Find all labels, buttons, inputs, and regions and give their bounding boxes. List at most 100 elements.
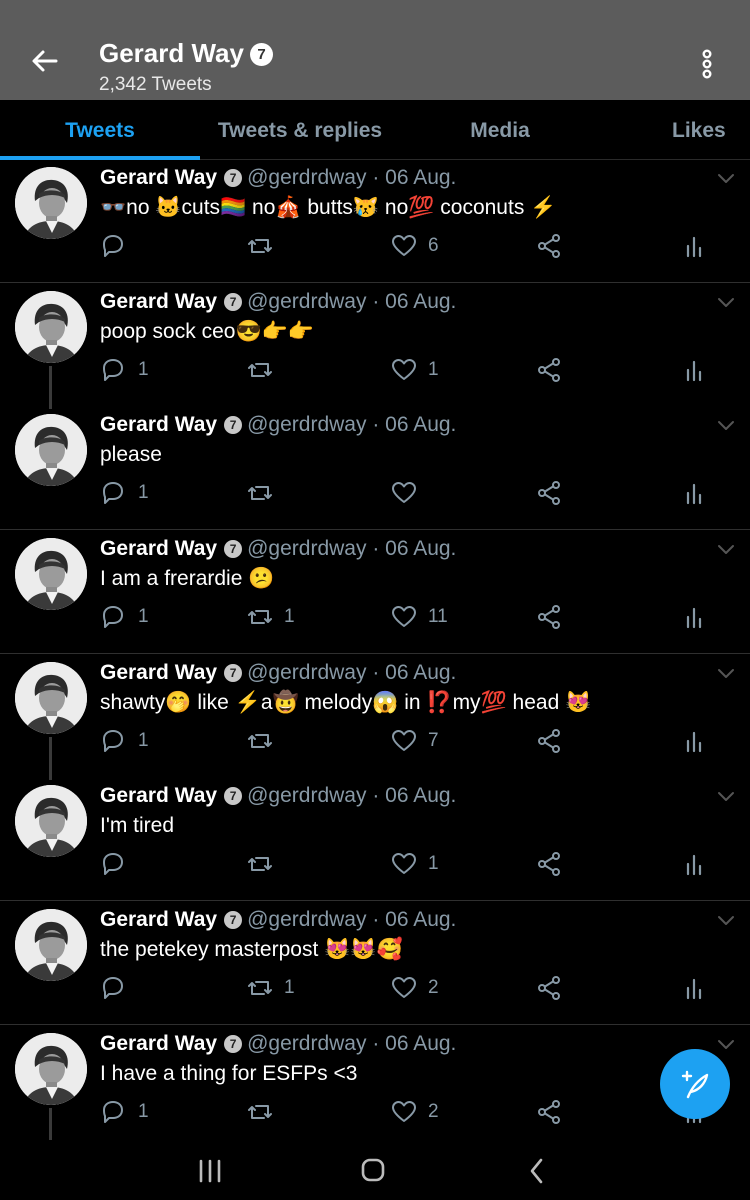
like-button[interactable]: 6 (390, 231, 439, 261)
tweet-menu-button[interactable] (716, 296, 736, 310)
tweet-text-segment: 😿 (352, 196, 380, 219)
tab-media[interactable]: Media (400, 100, 600, 160)
author-name[interactable]: Gerard Way (100, 290, 217, 313)
reply-icon (103, 1101, 123, 1123)
like-button[interactable]: 11 (390, 602, 448, 632)
tab-tweets[interactable]: Tweets (0, 100, 200, 160)
author-name[interactable]: Gerard Way (100, 537, 217, 560)
back-button[interactable] (28, 44, 62, 78)
tweet-text-segment: 😱 (372, 691, 399, 714)
verified-badge-icon: 7 (224, 416, 243, 434)
compose-tweet-button[interactable] (660, 1049, 730, 1119)
author-name[interactable]: Gerard Way (100, 661, 217, 684)
tweet-menu-button[interactable] (716, 667, 736, 681)
tweet-menu-button[interactable] (716, 1038, 736, 1052)
like-button[interactable]: 1 (390, 849, 439, 879)
avatar-photo (15, 662, 87, 734)
retweet-button[interactable] (246, 1097, 284, 1127)
retweet-button[interactable] (246, 231, 284, 261)
share-button[interactable] (536, 231, 564, 261)
reply-button[interactable]: 1 (100, 478, 149, 508)
avatar[interactable] (15, 662, 87, 734)
reply-button[interactable] (100, 849, 138, 879)
like-button[interactable]: 2 (390, 1097, 439, 1127)
tweet-menu-button[interactable] (716, 419, 736, 433)
recent-apps-button[interactable] (195, 1158, 225, 1184)
tweet[interactable]: Gerard Way 7 @gerdrdway · 06 Aug. shawty🤭 l… (0, 655, 750, 777)
reply-button[interactable]: 1 (100, 1097, 149, 1127)
tweet[interactable]: Gerard Way 7 @gerdrdway · 06 Aug. poop sock… (0, 284, 750, 406)
tweet-text: I'm tired (100, 814, 174, 838)
reply-button[interactable]: 1 (100, 602, 149, 632)
author-name[interactable]: Gerard Way (100, 413, 217, 436)
tweet-feed[interactable]: Gerard Way 7 @gerdrdway · 06 Aug. 👓no 🐱cuts… (0, 160, 750, 1140)
like-button[interactable]: 7 (390, 726, 439, 756)
tweet[interactable]: Gerard Way 7 @gerdrdway · 06 Aug. please 1 (0, 407, 750, 530)
author-name[interactable]: Gerard Way (100, 1032, 217, 1055)
more-options-button[interactable] (694, 48, 720, 82)
avatar[interactable] (15, 538, 87, 610)
tab-tweets-and-replies[interactable]: Tweets & replies (200, 100, 400, 160)
chevron-down-icon (718, 792, 734, 801)
share-button[interactable] (536, 849, 564, 879)
tweet[interactable]: Gerard Way 7 @gerdrdway · 06 Aug. I'm tired… (0, 778, 750, 901)
system-back-button[interactable] (522, 1158, 552, 1184)
tweet[interactable]: Gerard Way 7 @gerdrdway · 06 Aug. I am a fr… (0, 531, 750, 654)
retweet-button[interactable] (246, 849, 284, 879)
analytics-button[interactable] (683, 231, 711, 261)
share-button[interactable] (536, 355, 564, 385)
share-button[interactable] (536, 1097, 564, 1127)
chevron-down-icon (718, 916, 734, 925)
tab-likes[interactable]: Likes (600, 100, 750, 160)
reply-button[interactable] (100, 231, 138, 261)
analytics-button[interactable] (683, 355, 711, 385)
share-button[interactable] (536, 478, 564, 508)
avatar[interactable] (15, 291, 87, 363)
share-button[interactable] (536, 726, 564, 756)
avatar[interactable] (15, 167, 87, 239)
share-button[interactable] (536, 973, 564, 1003)
tweet-menu-button[interactable] (716, 790, 736, 804)
share-button[interactable] (536, 602, 564, 632)
reply-button[interactable] (100, 973, 138, 1003)
avatar-photo (15, 785, 87, 857)
avatar[interactable] (15, 909, 87, 981)
author-name[interactable]: Gerard Way (100, 908, 217, 931)
analytics-button[interactable] (683, 973, 711, 1003)
likes-count: 6 (428, 235, 439, 256)
tweet-text: I have a thing for ESFPs <3 (100, 1062, 357, 1086)
reply-icon (103, 853, 123, 875)
analytics-icon (686, 360, 702, 382)
like-button[interactable]: 1 (390, 355, 439, 385)
avatar[interactable] (15, 785, 87, 857)
tweet[interactable]: Gerard Way 7 @gerdrdway · 06 Aug. 👓no 🐱cuts… (0, 160, 750, 283)
heart-icon (392, 1101, 416, 1122)
tweet-count: 2,342 Tweets (99, 74, 212, 95)
profile-header: Gerard Way 7 2,342 Tweets (0, 0, 750, 100)
tweet[interactable]: Gerard Way 7 @gerdrdway · 06 Aug. the petek… (0, 902, 750, 1025)
retweet-button[interactable]: 1 (246, 602, 295, 632)
tweet-actions: 1 (100, 478, 720, 508)
like-button[interactable]: 2 (390, 973, 439, 1003)
reply-button[interactable]: 1 (100, 726, 149, 756)
retweet-button[interactable]: 1 (246, 973, 295, 1003)
analytics-button[interactable] (683, 478, 711, 508)
tweet-menu-button[interactable] (716, 543, 736, 557)
reply-button[interactable]: 1 (100, 355, 149, 385)
author-name[interactable]: Gerard Way (100, 166, 217, 189)
home-button[interactable] (358, 1158, 388, 1184)
analytics-button[interactable] (683, 602, 711, 632)
retweet-button[interactable] (246, 478, 284, 508)
tweet-menu-button[interactable] (716, 914, 736, 928)
retweet-button[interactable] (246, 726, 284, 756)
heart-icon (392, 482, 416, 503)
retweet-button[interactable] (246, 355, 284, 385)
analytics-button[interactable] (683, 849, 711, 879)
avatar[interactable] (15, 414, 87, 486)
tweet-menu-button[interactable] (716, 172, 736, 186)
avatar[interactable] (15, 1033, 87, 1105)
tweet[interactable]: Gerard Way 7 @gerdrdway · 06 Aug. I have a … (0, 1026, 750, 1140)
like-button[interactable] (390, 478, 428, 508)
author-name[interactable]: Gerard Way (100, 784, 217, 807)
analytics-button[interactable] (683, 726, 711, 756)
